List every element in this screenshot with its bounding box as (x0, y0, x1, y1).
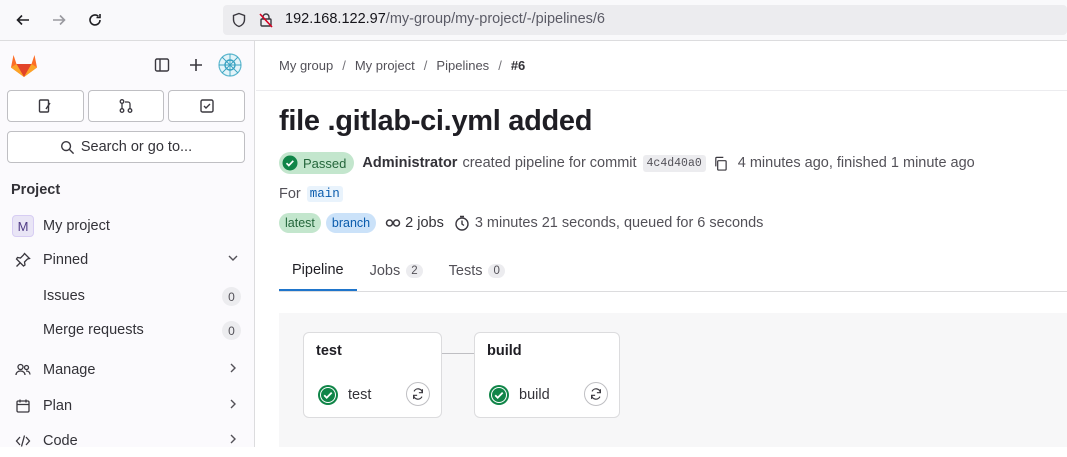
breadcrumb-separator: / (342, 58, 346, 73)
main-content: My group / My project / Pipelines / #6 f… (256, 41, 1067, 447)
sidebar-toggle-icon[interactable] (151, 54, 173, 76)
sidebar-item-label: Pinned (43, 252, 89, 268)
success-icon (317, 384, 339, 411)
sidebar-item-manage[interactable]: Manage (7, 354, 245, 386)
sidebar-item-label: Manage (43, 362, 96, 378)
browser-toolbar: 192.168.122.97/my-group/my-project/-/pip… (0, 0, 1067, 41)
merge-requests-count-badge: 0 (222, 321, 241, 340)
stage-title: test (316, 343, 342, 359)
job-build[interactable]: build (475, 373, 619, 417)
breadcrumb-separator: / (498, 58, 502, 73)
pin-icon (12, 252, 34, 268)
retry-icon[interactable] (406, 382, 430, 406)
project-avatar: M (12, 215, 34, 237)
sidebar-item-merge-requests[interactable]: Merge requests (43, 322, 144, 338)
tab-label: Pipeline (292, 262, 344, 278)
branch-badge: branch (325, 213, 377, 233)
chevron-right-icon (227, 362, 239, 378)
tab-count-badge: 2 (406, 264, 423, 278)
created-text: created pipeline for commit (462, 155, 637, 171)
sidebar-item-project[interactable]: M My project (7, 210, 245, 242)
breadcrumb-group[interactable]: My group (279, 58, 333, 73)
divider (256, 90, 1067, 91)
pipeline-tabs: Pipeline Jobs 2 Tests 0 (279, 251, 518, 291)
pipeline-meta: Passed Administrator created pipeline fo… (279, 152, 975, 174)
duration-text: 3 minutes 21 seconds, queued for 6 secon… (474, 215, 764, 231)
author-link[interactable]: Administrator (362, 155, 457, 171)
tab-pipeline[interactable]: Pipeline (279, 251, 357, 291)
job-name: test (348, 387, 372, 403)
tab-count-badge: 0 (488, 264, 505, 278)
stage-test: test test (303, 332, 442, 418)
sidebar-item-issues[interactable]: Issues (43, 288, 85, 304)
jobs-count: 2 jobs (405, 215, 444, 231)
todo-icon (199, 99, 214, 113)
tab-label: Tests (448, 263, 483, 279)
copy-icon[interactable] (713, 156, 728, 171)
page-title: file .gitlab-ci.yml added (279, 105, 593, 137)
sidebar-item-plan[interactable]: Plan (7, 390, 245, 422)
chevron-down-icon (227, 252, 239, 268)
search-label: Search or go to... (80, 139, 193, 155)
merge-request-icon (119, 99, 133, 113)
sidebar-item-code[interactable]: Code (7, 425, 245, 457)
stage-connector (442, 353, 475, 354)
breadcrumb-separator: / (423, 58, 428, 73)
reload-icon[interactable] (82, 8, 108, 32)
sidebar-section-title: Project (11, 182, 61, 198)
tabs-divider (279, 291, 1067, 292)
issues-shortcut-button[interactable] (7, 90, 84, 122)
job-name: build (519, 387, 550, 403)
clock-icon (454, 215, 470, 231)
plus-icon[interactable] (185, 54, 207, 76)
stage-build: build build (474, 332, 620, 418)
search-icon (60, 140, 74, 154)
for-label: For (279, 186, 301, 202)
chevron-right-icon (227, 398, 239, 414)
pipeline-icon (385, 215, 401, 231)
insecure-lock-icon (258, 12, 274, 33)
breadcrumb-project[interactable]: My project (355, 58, 415, 73)
users-icon (12, 362, 34, 378)
tab-tests[interactable]: Tests 0 (436, 251, 518, 291)
sidebar: Search or go to... Project M My project … (0, 41, 255, 449)
breadcrumb-current[interactable]: #6 (511, 58, 525, 73)
time-text: 4 minutes ago, finished 1 minute ago (737, 155, 975, 171)
tab-label: Jobs (369, 263, 401, 279)
sidebar-item-label: Plan (43, 398, 73, 414)
back-icon[interactable] (10, 8, 36, 32)
breadcrumb-pipelines[interactable]: Pipelines (436, 58, 489, 73)
success-icon (488, 384, 510, 411)
sidebar-item-pinned[interactable]: Pinned (7, 244, 245, 276)
tab-jobs[interactable]: Jobs 2 (357, 251, 436, 291)
issues-icon (39, 99, 51, 113)
stage-title: build (487, 343, 522, 359)
url-text: 192.168.122.97/my-group/my-project/-/pip… (285, 11, 605, 27)
search-button[interactable]: Search or go to... (7, 131, 245, 163)
merge-requests-shortcut-button[interactable] (87, 90, 165, 122)
shield-icon (231, 12, 247, 33)
pipeline-tags: latest branch 2 jobs 3 minutes 21 second… (279, 213, 763, 233)
latest-badge: latest (279, 213, 321, 233)
retry-icon[interactable] (584, 382, 608, 406)
status-badge[interactable]: Passed (279, 152, 355, 174)
gitlab-logo-icon[interactable] (10, 52, 38, 78)
sidebar-shortcut-tabs (7, 90, 246, 122)
ref-line: For main (279, 186, 343, 202)
job-test[interactable]: test (304, 373, 441, 417)
success-icon (282, 155, 298, 171)
commit-sha[interactable]: 4c4d40a0 (642, 154, 706, 172)
sidebar-item-label: My project (43, 218, 110, 234)
address-bar[interactable]: 192.168.122.97/my-group/my-project/-/pip… (223, 5, 1067, 35)
todos-shortcut-button[interactable] (168, 90, 246, 122)
ref-link[interactable]: main (306, 186, 343, 202)
status-label: Passed (303, 155, 347, 171)
breadcrumb: My group / My project / Pipelines / #6 (279, 58, 525, 73)
user-avatar[interactable] (218, 53, 242, 77)
issues-count-badge: 0 (222, 287, 241, 306)
forward-icon[interactable] (46, 8, 72, 32)
calendar-icon (12, 398, 34, 414)
